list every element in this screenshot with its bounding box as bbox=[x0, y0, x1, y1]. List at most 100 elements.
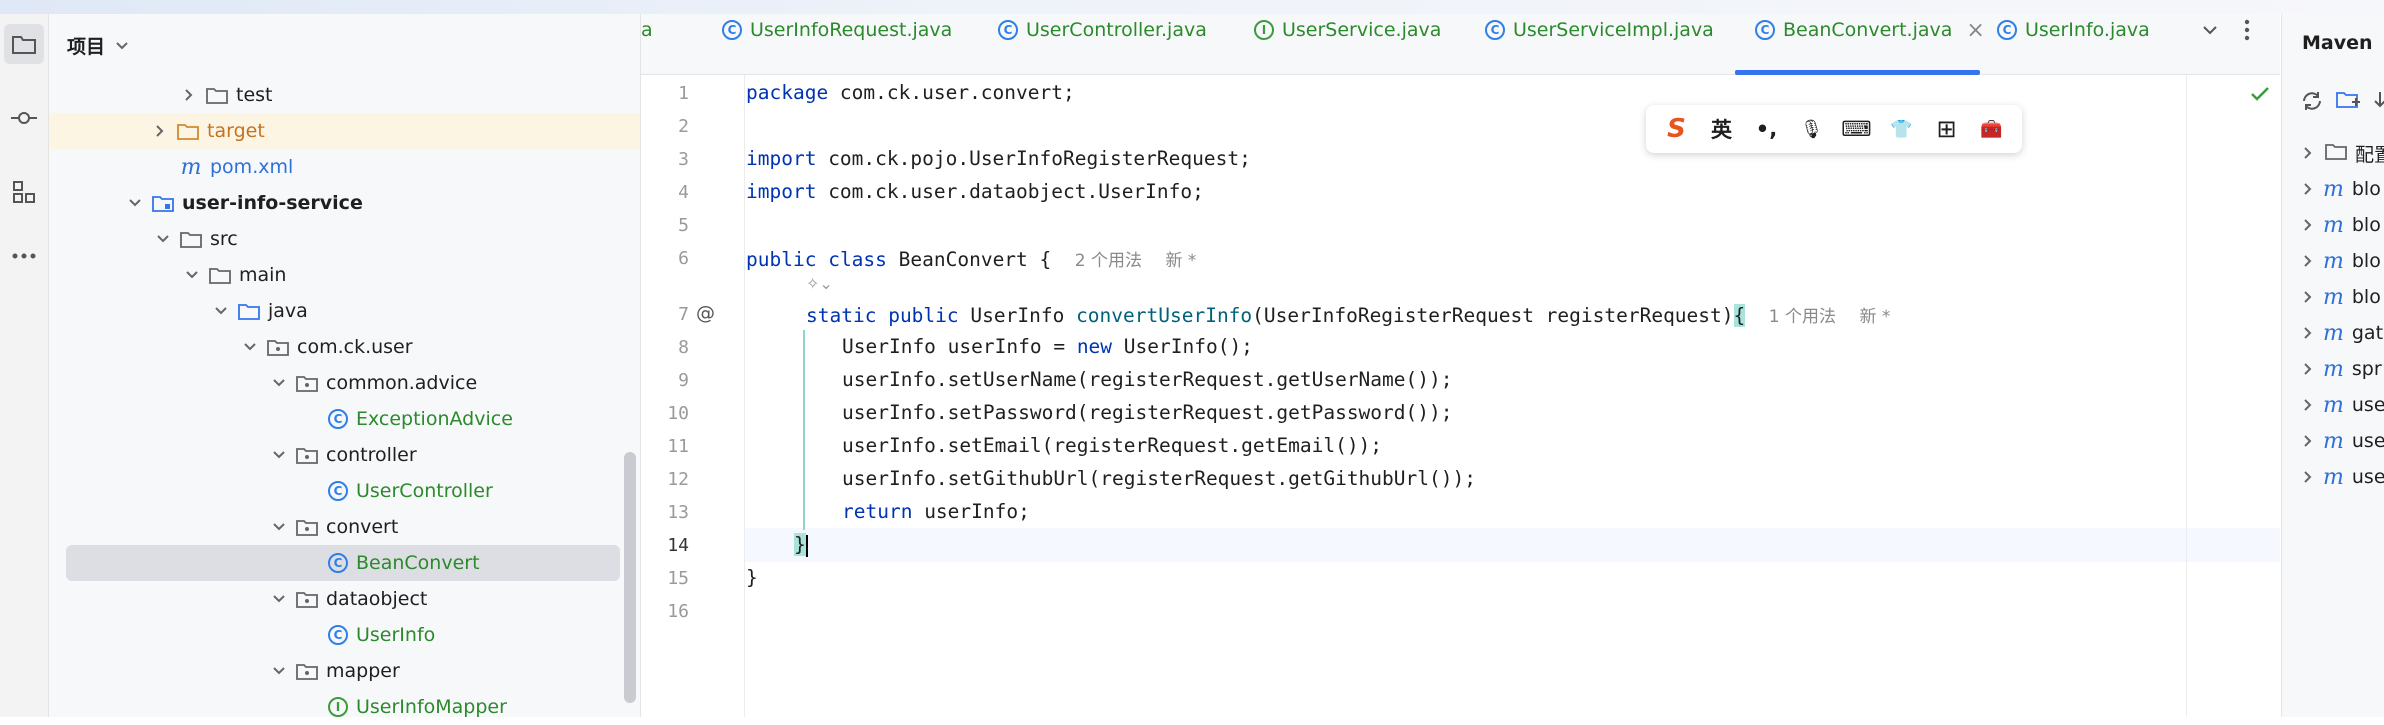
maven-module-icon: m bbox=[2323, 356, 2344, 382]
tab-beanconvert[interactable]: C BeanConvert.java × bbox=[1755, 0, 1985, 60]
toolbox-icon[interactable]: 🧰 bbox=[1975, 112, 2009, 146]
maven-item[interactable]: m blo bbox=[2303, 171, 2381, 207]
code-line-13: return userInfo; bbox=[842, 500, 1030, 523]
keyboard-icon[interactable]: ⌨ bbox=[1840, 112, 1874, 146]
tab-userinforequest[interactable]: C UserInfoRequest.java bbox=[722, 0, 952, 60]
tree-item-pom[interactable]: m pom.xml bbox=[180, 149, 620, 185]
usages-hint[interactable]: 1 个用法 bbox=[1769, 307, 1836, 327]
tab-more-button[interactable] bbox=[2244, 0, 2250, 60]
tab-partial[interactable]: a bbox=[641, 0, 653, 60]
maven-item[interactable]: m blo bbox=[2303, 207, 2381, 243]
tree-item-user-info-service[interactable]: user-info-service bbox=[126, 185, 620, 221]
tab-label: UserService.java bbox=[1282, 19, 1442, 41]
ime-logo-icon[interactable]: S bbox=[1660, 112, 1694, 146]
tab-userinfo[interactable]: C UserInfo.java bbox=[1997, 0, 2150, 60]
commit-tool-button[interactable] bbox=[4, 98, 44, 138]
line-number: 5 bbox=[678, 215, 689, 236]
author-hint[interactable]: 新 * bbox=[1859, 307, 1890, 327]
project-scrollbar[interactable] bbox=[624, 452, 636, 703]
ime-punctuation-icon[interactable]: •, bbox=[1750, 112, 1784, 146]
tree-item-src[interactable]: src bbox=[154, 221, 620, 257]
maven-item[interactable]: m use bbox=[2303, 459, 2384, 495]
project-tool-button[interactable] bbox=[4, 24, 44, 64]
maven-download-icon[interactable] bbox=[2374, 90, 2384, 116]
tree-item-userinfomapper[interactable]: I UserInfoMapper bbox=[328, 689, 620, 725]
code-editor[interactable] bbox=[641, 75, 2280, 717]
line-number-current: 14 bbox=[667, 535, 689, 556]
tree-item-test[interactable]: test bbox=[180, 77, 620, 113]
tree-item-dataobject[interactable]: dataobject bbox=[270, 581, 620, 617]
maven-add-icon[interactable] bbox=[2336, 90, 2362, 116]
line-number: 16 bbox=[667, 601, 689, 622]
maven-item[interactable]: m use bbox=[2303, 423, 2384, 459]
maven-item-config[interactable]: 配置 bbox=[2303, 135, 2384, 171]
excluded-folder-icon bbox=[177, 122, 199, 140]
maven-item[interactable]: m use bbox=[2303, 387, 2384, 423]
maven-item[interactable]: m spr bbox=[2303, 351, 2382, 387]
code-text: com.ck.user.convert; bbox=[828, 81, 1075, 104]
code-line-12: userInfo.setGithubUrl(registerRequest.ge… bbox=[842, 467, 1476, 490]
maven-refresh-icon[interactable] bbox=[2300, 90, 2324, 116]
grid-icon[interactable]: ⊞ bbox=[1930, 112, 1964, 146]
tab-close-icon[interactable]: × bbox=[1966, 18, 1984, 43]
tab-overflow-button[interactable] bbox=[2202, 0, 2218, 60]
no-problems-check-icon[interactable] bbox=[2250, 86, 2270, 106]
package-icon bbox=[296, 518, 318, 536]
interface-icon: I bbox=[1254, 20, 1274, 40]
folder-icon bbox=[206, 86, 228, 104]
tree-item-controller[interactable]: controller bbox=[270, 437, 620, 473]
keyword: import bbox=[746, 147, 817, 170]
tree-item-com-ck-user[interactable]: com.ck.user bbox=[241, 329, 620, 365]
ime-language-toggle[interactable]: 英 bbox=[1705, 112, 1739, 146]
tree-item-common-advice[interactable]: common.advice bbox=[270, 365, 620, 401]
chevron-right-icon bbox=[2304, 471, 2312, 483]
tab-label: UserServiceImpl.java bbox=[1513, 19, 1714, 41]
maven-item[interactable]: m gat bbox=[2303, 315, 2383, 351]
chevron-down-icon bbox=[270, 518, 288, 536]
tree-item-beanconvert[interactable]: C BeanConvert bbox=[66, 545, 620, 581]
tree-item-userinfo[interactable]: C UserInfo bbox=[328, 617, 620, 653]
tab-userserviceimpl[interactable]: C UserServiceImpl.java bbox=[1485, 0, 1714, 60]
tree-item-convert[interactable]: convert bbox=[270, 509, 620, 545]
package-icon bbox=[296, 446, 318, 464]
chevron-down-icon bbox=[183, 266, 201, 284]
structure-tool-button[interactable] bbox=[4, 172, 44, 212]
tab-label: UserInfo.java bbox=[2025, 19, 2150, 41]
maven-item[interactable]: m blo bbox=[2303, 279, 2381, 315]
project-panel-header[interactable]: 项目 bbox=[67, 32, 129, 59]
tree-item-usercontroller[interactable]: C UserController bbox=[328, 473, 620, 509]
tree-item-label: com.ck.user bbox=[297, 336, 413, 358]
maven-module-icon: m bbox=[2323, 392, 2344, 418]
module-folder-icon bbox=[152, 194, 174, 212]
tab-usercontroller[interactable]: C UserController.java bbox=[998, 0, 1207, 60]
tree-item-main[interactable]: main bbox=[183, 257, 620, 293]
tree-item-exceptionadvice[interactable]: C ExceptionAdvice bbox=[328, 401, 620, 437]
maven-item[interactable]: m blo bbox=[2303, 243, 2381, 279]
ai-hint-icon[interactable]: ✧⌄ bbox=[806, 274, 833, 293]
tab-userservice[interactable]: I UserService.java bbox=[1254, 0, 1441, 60]
keyword: public bbox=[746, 248, 817, 271]
code-line-6: public class BeanConvert { 2 个用法 新 * bbox=[746, 246, 1196, 271]
author-hint[interactable]: 新 * bbox=[1165, 251, 1196, 271]
chevron-right-icon bbox=[2304, 183, 2312, 195]
chevron-down-icon bbox=[212, 302, 230, 320]
tree-item-java[interactable]: java bbox=[212, 293, 620, 329]
line-number: 13 bbox=[667, 502, 689, 523]
usages-hint[interactable]: 2 个用法 bbox=[1075, 251, 1142, 271]
class-icon: C bbox=[1485, 20, 1505, 40]
tree-item-mapper[interactable]: mapper bbox=[270, 653, 620, 689]
maven-item-label: use bbox=[2351, 466, 2384, 488]
class-icon: C bbox=[722, 20, 742, 40]
code-text: BeanConvert { bbox=[886, 248, 1052, 271]
code-text: com.ck.user.dataobject.UserInfo; bbox=[816, 180, 1204, 203]
microphone-icon[interactable]: 🎙 bbox=[1795, 112, 1829, 146]
line-number: 4 bbox=[678, 182, 689, 203]
keyword: class bbox=[828, 248, 887, 271]
tree-item-label: main bbox=[239, 264, 287, 286]
skin-icon[interactable]: 👕 bbox=[1885, 112, 1919, 146]
indent-guide bbox=[803, 330, 805, 530]
project-title: 项目 bbox=[67, 36, 106, 58]
more-tools-button[interactable] bbox=[4, 236, 44, 276]
tree-item-target[interactable]: target bbox=[49, 113, 640, 149]
gutter-override-icon[interactable]: @ bbox=[696, 302, 715, 324]
